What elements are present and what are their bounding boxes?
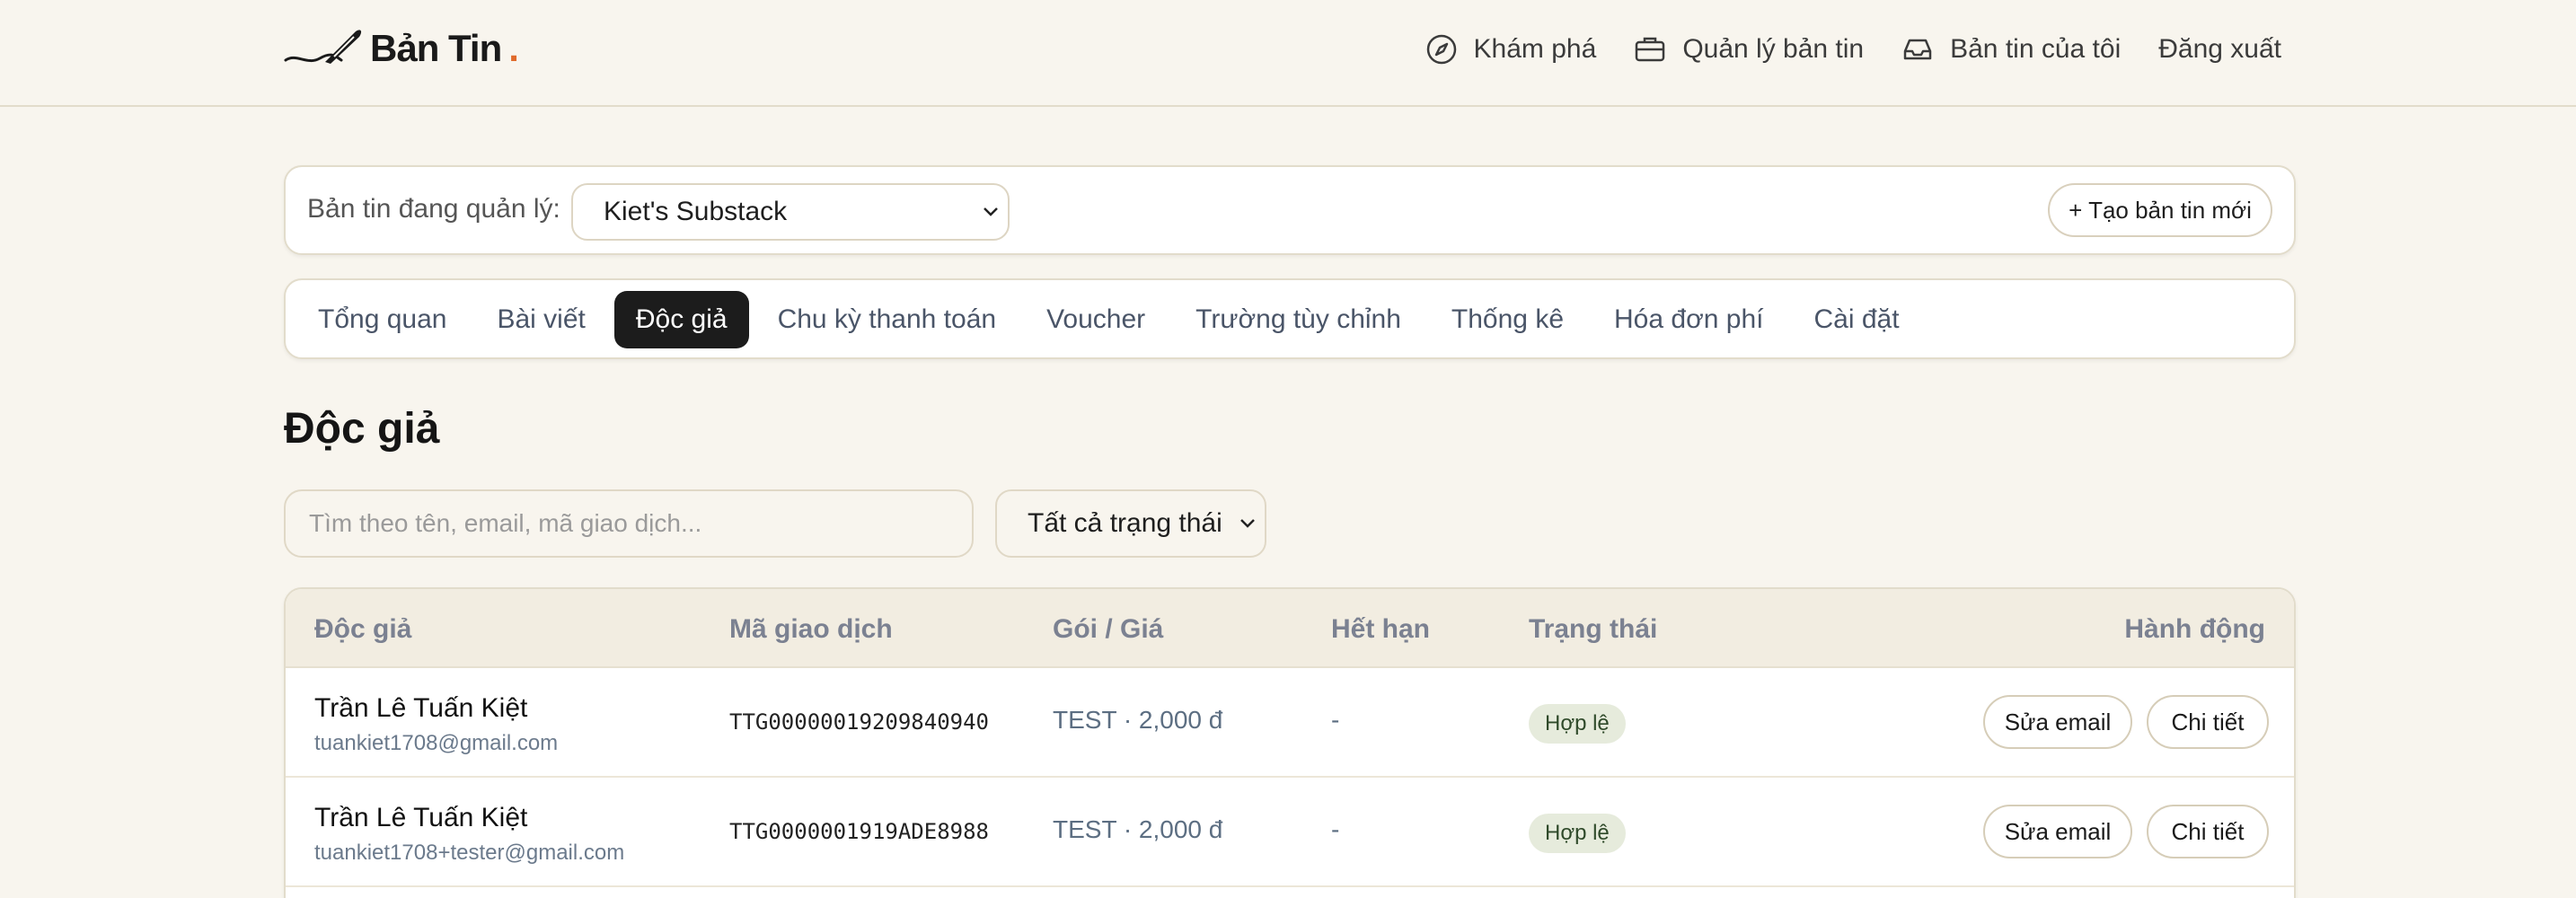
inbox-icon <box>1903 39 1932 60</box>
briefcase-icon <box>1636 37 1665 62</box>
tab-0[interactable]: Tổng quan <box>296 291 468 348</box>
transaction-id: TTG00000019209840940 <box>729 709 989 735</box>
col-transaction: Mã giao dịch <box>729 614 893 644</box>
nav-manage-label: Quản lý bản tin <box>1682 34 1865 64</box>
status-badge: Hợp lệ <box>1529 704 1626 744</box>
edit-email-button[interactable]: Sửa email <box>1983 695 2132 749</box>
tab-3[interactable]: Chu kỳ thanh toán <box>756 291 1019 348</box>
tab-2[interactable]: Độc giả <box>613 291 749 348</box>
managed-newsletter-label: Bản tin đang quản lý: <box>307 194 560 224</box>
compass-icon <box>1426 34 1456 65</box>
top-bar: Bản Tin. Khám phá Quản lý bản tin Bản ti… <box>0 0 2576 107</box>
reader-name: Trần Lê Tuấn Kiệt <box>314 803 528 832</box>
reader-email: tuankiet1708+tester@gmail.com <box>314 841 625 865</box>
tab-4[interactable]: Voucher <box>1025 291 1167 348</box>
col-plan: Gói / Giá <box>1053 614 1164 644</box>
nav-explore-label: Khám phá <box>1473 34 1597 64</box>
chevron-down-icon <box>984 207 998 216</box>
brand-name: Bản Tin <box>370 27 502 69</box>
table-row: Trần Lê Tuấn Kiệt tuankiet1708+tester@gm… <box>286 778 2294 887</box>
status-filter-value: Tất cả trạng thái <box>1028 508 1222 538</box>
nav-my-newsletters-label: Bản tin của tôi <box>1950 34 2122 64</box>
nav-logout-label: Đăng xuất <box>2158 34 2281 64</box>
expiry-date: - <box>1331 706 1340 734</box>
nav-explore[interactable]: Khám phá <box>1425 33 1597 66</box>
chevron-down-icon <box>1240 519 1255 528</box>
col-reader: Độc giả <box>314 614 412 644</box>
tab-bar: Tổng quan Bài viết Độc giả Chu kỳ thanh toá… <box>296 291 1921 348</box>
tab-8[interactable]: Cài đặt <box>1792 291 1920 348</box>
reader-name: Trần Lê Tuấn Kiệt <box>314 693 528 723</box>
tab-1[interactable]: Bài viết <box>475 291 606 348</box>
nav-logout[interactable]: Đăng xuất <box>2158 34 2281 65</box>
newsletter-select-value: Kiet's Substack <box>604 197 788 226</box>
nav-manage[interactable]: Quản lý bản tin <box>1634 33 1864 66</box>
tab-7[interactable]: Hóa đơn phí <box>1592 291 1785 348</box>
brand-dot: . <box>508 27 519 69</box>
plan-price: TEST · 2,000 đ <box>1053 706 1223 734</box>
nav-my-newsletters[interactable]: Bản tin của tôi <box>1901 33 2121 66</box>
col-status: Trạng thái <box>1529 614 1658 644</box>
status-filter-select[interactable]: Tất cả trạng thái <box>995 489 1266 558</box>
quill-pen-icon <box>284 30 362 64</box>
page-title: Độc giả <box>284 405 440 453</box>
readers-table: Độc giả Mã giao dịch Gói / Giá Hết hạn T… <box>284 587 2296 898</box>
details-button[interactable]: Chi tiết <box>2147 805 2269 858</box>
tab-6[interactable]: Thống kê <box>1430 291 1585 348</box>
transaction-id: TTG0000001919ADE8988 <box>729 819 989 844</box>
table-header: Độc giả Mã giao dịch Gói / Giá Hết hạn T… <box>286 589 2294 668</box>
table-row: Trần Lê Tuấn Kiệt tuankiet1708@gmail.com… <box>286 668 2294 778</box>
search-input[interactable] <box>284 489 974 558</box>
plan-price: TEST · 2,000 đ <box>1053 815 1223 843</box>
details-button[interactable]: Chi tiết <box>2147 695 2269 749</box>
newsletter-select[interactable]: Kiet's Substack <box>571 183 1010 241</box>
edit-email-button[interactable]: Sửa email <box>1983 805 2132 858</box>
main-nav: Khám phá Quản lý bản tin Bản tin của tôi… <box>1425 27 2281 72</box>
col-actions: Hành động <box>2124 614 2265 644</box>
tabs-card: Tổng quan Bài viết Độc giả Chu kỳ thanh toá… <box>284 278 2296 359</box>
brand-logo[interactable]: Bản Tin. <box>284 25 519 72</box>
tab-5[interactable]: Trường tùy chỉnh <box>1174 291 1423 348</box>
status-badge: Hợp lệ <box>1529 814 1626 853</box>
newsletter-manage-card: Bản tin đang quản lý: Kiet's Substack + … <box>284 165 2296 255</box>
create-newsletter-button[interactable]: + Tạo bản tin mới <box>2048 183 2272 237</box>
expiry-date: - <box>1331 815 1340 843</box>
reader-email: tuankiet1708@gmail.com <box>314 731 559 755</box>
col-expiry: Hết hạn <box>1331 614 1431 644</box>
